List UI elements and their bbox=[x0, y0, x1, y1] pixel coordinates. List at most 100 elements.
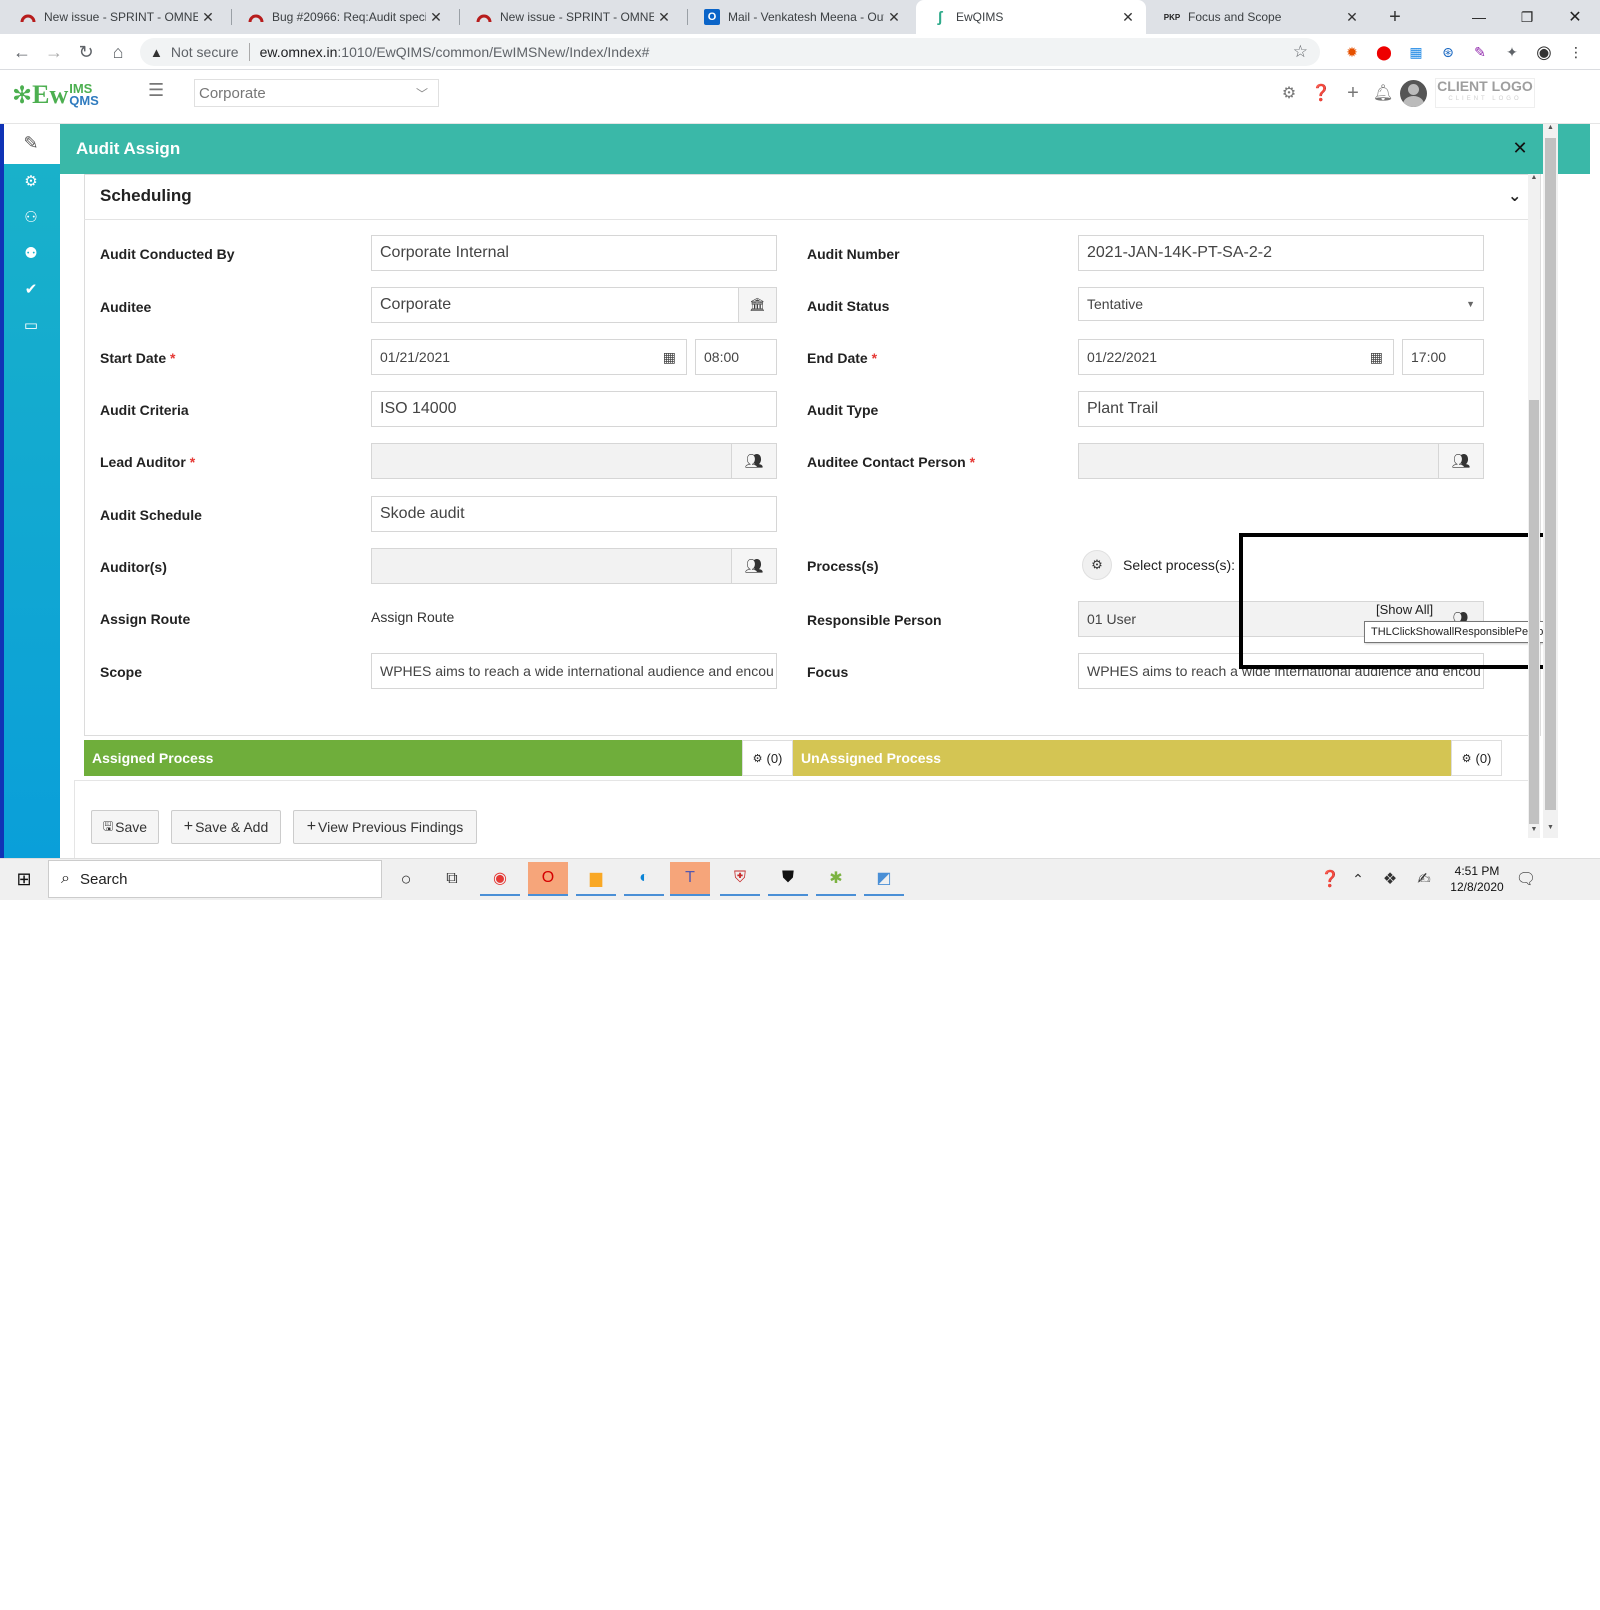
start-time-field[interactable]: 08:00 bbox=[695, 339, 777, 375]
notification-bell-icon[interactable]: 🔔︎ bbox=[1370, 80, 1396, 106]
back-icon[interactable]: ← bbox=[8, 34, 36, 70]
opera-taskbar-icon[interactable]: O bbox=[528, 862, 568, 896]
browser-tab-5-active[interactable]: ʃ EwQIMS ✕ bbox=[916, 0, 1146, 34]
unassigned-process-bar[interactable]: UnAssigned Process bbox=[793, 740, 1451, 776]
auditee-picker-button[interactable]: 🏛︎ bbox=[738, 287, 777, 323]
browser-tab-6[interactable]: PKP Focus and Scope ✕ bbox=[1148, 0, 1370, 34]
view-previous-findings-button[interactable]: + View Previous Findings bbox=[293, 810, 477, 844]
calendar-icon[interactable]: ▦ bbox=[663, 349, 676, 366]
teams-taskbar-icon[interactable]: T bbox=[670, 862, 710, 896]
sidebar-user-settings-icon[interactable]: ⚉ bbox=[18, 240, 44, 266]
minimize-icon[interactable]: — bbox=[1456, 0, 1502, 34]
assigned-process-bar[interactable]: Assigned Process bbox=[84, 740, 742, 776]
page-scrollbar-thumb[interactable] bbox=[1545, 138, 1556, 810]
audit-schedule-label: Audit Schedule bbox=[100, 507, 202, 523]
restore-icon[interactable]: ❐ bbox=[1504, 0, 1550, 34]
help-icon[interactable]: ❓ bbox=[1308, 80, 1334, 106]
tab-close-icon[interactable]: ✕ bbox=[1342, 9, 1362, 26]
taskbar-clock[interactable]: 4:51 PM 12/8/2020 bbox=[1440, 862, 1514, 896]
scheduling-section-header[interactable] bbox=[84, 174, 1541, 220]
reload-icon[interactable]: ↻ bbox=[72, 34, 100, 70]
page-scroll-up-icon[interactable]: ▲ bbox=[1543, 124, 1558, 138]
hamburger-menu-icon[interactable]: ☰ bbox=[148, 80, 170, 102]
inner-scrollbar-thumb[interactable] bbox=[1529, 400, 1539, 824]
sidebar-group-icon[interactable]: ⚇ bbox=[18, 204, 44, 230]
task-view-icon[interactable]: ⧉ bbox=[432, 862, 472, 896]
select-processes-text[interactable]: Select process(s): bbox=[1123, 557, 1235, 573]
forward-icon[interactable]: → bbox=[40, 34, 68, 70]
file-explorer-icon[interactable]: ▆ bbox=[576, 862, 616, 896]
browser-tab-2[interactable]: Bug #20966: Req:Audit specific ✕ bbox=[232, 0, 454, 34]
lead-auditor-field[interactable] bbox=[371, 443, 732, 479]
calendar-icon[interactable]: ▦ bbox=[1370, 349, 1383, 366]
collapse-chevron-icon[interactable]: ⌄ bbox=[1508, 186, 1521, 206]
browser-tab-3[interactable]: New issue - SPRINT - OMNEX I ✕ bbox=[460, 0, 682, 34]
save-button[interactable]: 🖫︎ Save bbox=[91, 810, 159, 844]
window-close-icon[interactable]: ✕ bbox=[1552, 0, 1598, 34]
sidebar-active-item[interactable]: ✎ bbox=[4, 124, 60, 164]
audit-number-field[interactable]: 2021-JAN-14K-PT-SA-2-2 bbox=[1078, 235, 1484, 271]
select-process-gears-icon[interactable]: ⚙ bbox=[1082, 550, 1112, 580]
pen-extension-icon[interactable]: ✎ bbox=[1468, 40, 1492, 64]
windows-start-icon[interactable]: ⊞ bbox=[4, 862, 44, 896]
scope-field[interactable]: WPHES aims to reach a wide international… bbox=[371, 653, 777, 689]
settings-gear-icon[interactable]: ⚙ bbox=[1276, 80, 1302, 106]
auditee-field[interactable]: Corporate bbox=[371, 287, 739, 323]
page-scroll-down-icon[interactable]: ▼ bbox=[1543, 824, 1558, 838]
pen-tray-icon[interactable]: ✍ bbox=[1404, 862, 1444, 896]
new-tab-button[interactable]: + bbox=[1378, 0, 1412, 34]
audit-conducted-by-field[interactable]: Corporate Internal bbox=[371, 235, 777, 271]
auditee-contact-picker-button[interactable]: 👥︎ bbox=[1438, 443, 1484, 479]
bookmark-star-icon[interactable]: ☆ bbox=[1293, 42, 1308, 62]
assigned-process-count[interactable]: ⚙ (0) bbox=[742, 740, 793, 776]
audit-criteria-field[interactable]: ISO 14000 bbox=[371, 391, 777, 427]
ewims-logo[interactable]: ✻ Ew IMS QMS bbox=[12, 78, 99, 112]
app-taskbar-icon[interactable]: ◩ bbox=[864, 862, 904, 896]
user-avatar[interactable] bbox=[1400, 80, 1427, 107]
panel-close-icon[interactable]: ✕ bbox=[1508, 136, 1532, 160]
taskbar-search-box[interactable]: ⌕ Search bbox=[48, 860, 382, 898]
inner-scroll-down-icon[interactable]: ▼ bbox=[1528, 826, 1540, 838]
auditee-contact-field[interactable] bbox=[1078, 443, 1439, 479]
unassigned-process-count[interactable]: ⚙ (0) bbox=[1451, 740, 1502, 776]
add-icon[interactable]: + bbox=[1340, 80, 1366, 106]
end-time-field[interactable]: 17:00 bbox=[1402, 339, 1484, 375]
audit-status-select[interactable]: Tentative ▼ bbox=[1078, 287, 1484, 321]
extension-fire-icon[interactable]: ✹ bbox=[1340, 40, 1364, 64]
security-shield-icon[interactable]: ⛊ bbox=[768, 862, 808, 896]
inner-scroll-up-icon[interactable]: ▲ bbox=[1528, 174, 1540, 186]
audit-schedule-field[interactable]: Skode audit bbox=[371, 496, 777, 532]
auditors-picker-button[interactable]: 👥︎ bbox=[731, 548, 777, 584]
start-date-field[interactable]: 01/21/2021 ▦ bbox=[371, 339, 687, 375]
sidebar-settings-icon[interactable]: ⚙ bbox=[18, 168, 44, 194]
home-icon[interactable]: ⌂ bbox=[104, 34, 132, 70]
auditors-field[interactable] bbox=[371, 548, 732, 584]
windows-extension-icon[interactable]: ▦ bbox=[1404, 40, 1428, 64]
sidebar-user-check-icon[interactable]: ✔ bbox=[18, 276, 44, 302]
tab-close-icon[interactable]: ✕ bbox=[654, 9, 674, 26]
save-and-add-button[interactable]: + Save & Add bbox=[171, 810, 281, 844]
compass-extension-icon[interactable]: ⊛ bbox=[1436, 40, 1460, 64]
tab-close-icon[interactable]: ✕ bbox=[884, 9, 904, 26]
cortana-circle-icon[interactable]: ○ bbox=[386, 862, 426, 896]
end-date-field[interactable]: 01/22/2021 ▦ bbox=[1078, 339, 1394, 375]
shield-app-icon[interactable]: ⛨ bbox=[720, 862, 760, 896]
tab-close-icon[interactable]: ✕ bbox=[426, 9, 446, 26]
sidebar-monitor-icon[interactable]: ▭ bbox=[18, 312, 44, 338]
edge-taskbar-icon[interactable]: ◐ bbox=[624, 862, 664, 896]
browser-menu-icon[interactable]: ⋮ bbox=[1564, 40, 1588, 64]
lead-auditor-picker-button[interactable]: 👥︎ bbox=[731, 443, 777, 479]
chrome-taskbar-icon[interactable]: ◉ bbox=[480, 862, 520, 896]
tab-close-icon[interactable]: ✕ bbox=[198, 9, 218, 26]
tab-close-icon[interactable]: ✕ bbox=[1118, 9, 1138, 26]
paint-taskbar-icon[interactable]: ✱ bbox=[816, 862, 856, 896]
audit-type-field[interactable]: Plant Trail bbox=[1078, 391, 1484, 427]
browser-tab-1[interactable]: New issue - SPRINT - OMNEX I ✕ bbox=[4, 0, 226, 34]
action-center-icon[interactable]: 🗨︎ bbox=[1506, 862, 1546, 896]
url-bar[interactable]: ▲ Not secure ew.omnex.in:1010/EwQIMS/com… bbox=[140, 38, 1320, 66]
browser-tab-4[interactable]: O Mail - Venkatesh Meena - Outl ✕ bbox=[688, 0, 912, 34]
profile-icon[interactable]: ◉ bbox=[1532, 40, 1556, 64]
opera-extension-icon[interactable]: ⬤ bbox=[1372, 40, 1396, 64]
puzzle-extensions-icon[interactable]: ✦ bbox=[1500, 40, 1524, 64]
org-select[interactable]: Corporate ﹀ bbox=[194, 79, 439, 107]
